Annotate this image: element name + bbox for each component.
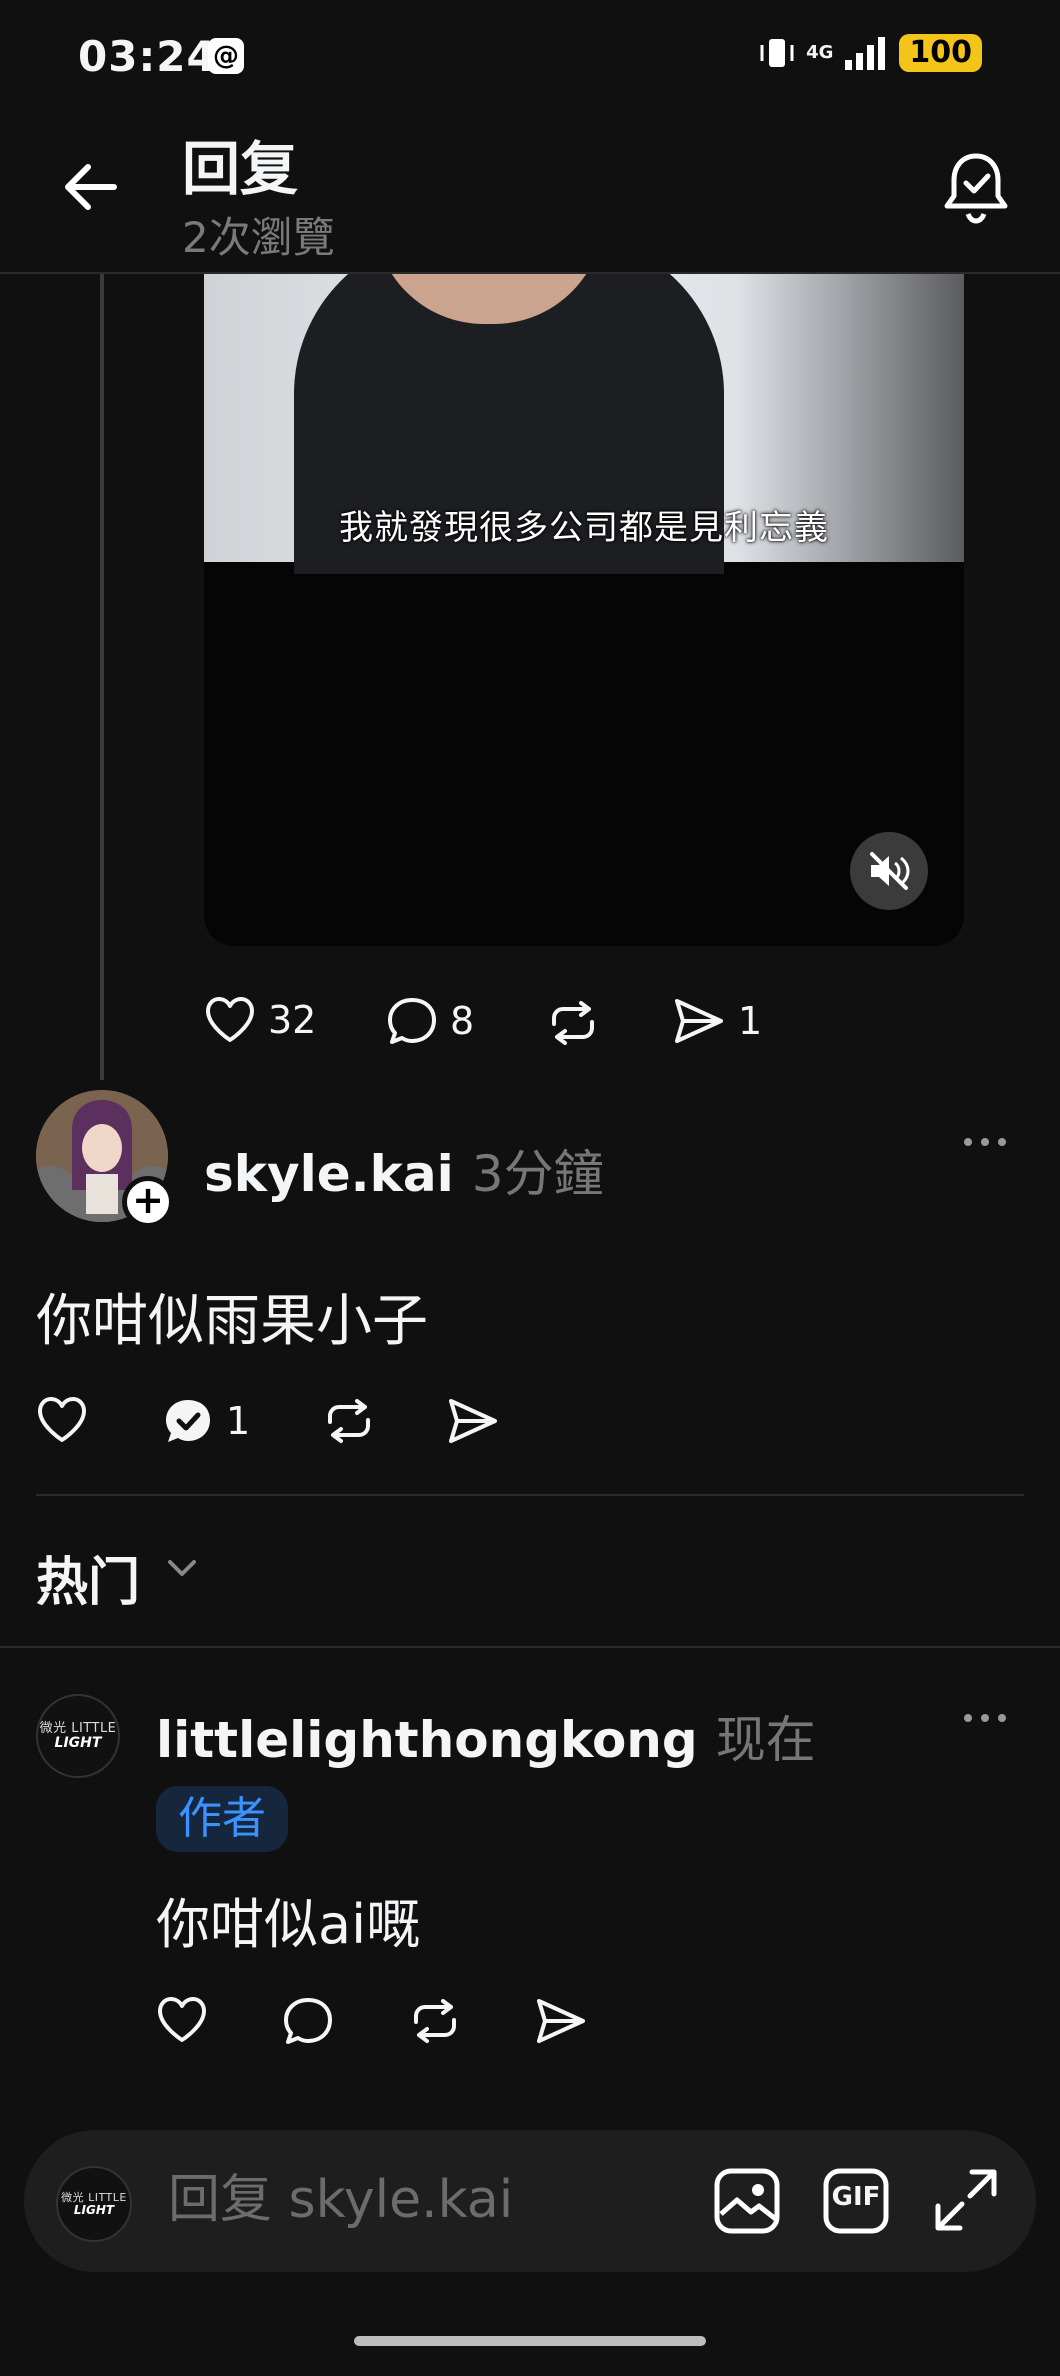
threads-app-icon: @ [208, 38, 244, 74]
thread-line [100, 274, 104, 1080]
author-avatar[interactable]: 微光 LITTLE LIGHT [36, 1694, 120, 1778]
send-icon [672, 996, 726, 1046]
logo-big-text: LIGHT [73, 2202, 115, 2217]
bell-check-icon [942, 150, 1010, 226]
reply-meta: littlelighthongkong 现在 [156, 1700, 816, 1772]
chevron-down-icon[interactable] [164, 1556, 200, 1580]
reply-count: 1 [226, 1399, 251, 1443]
send-icon [446, 1396, 500, 1446]
author-badge: 作者 [156, 1786, 288, 1852]
heart-icon [36, 1396, 88, 1444]
chat-bubble-icon [282, 1996, 334, 2046]
more-horizontal-icon [962, 1136, 1008, 1148]
comment-username[interactable]: skyle.kai [204, 1145, 454, 1203]
reply-input[interactable] [168, 2160, 688, 2240]
repost-icon [408, 1998, 462, 2044]
reply-repost-button[interactable] [408, 1998, 462, 2044]
reply-comment-button[interactable] [282, 1996, 334, 2046]
signal-icon [843, 36, 889, 70]
send-icon [534, 1996, 588, 2046]
repost-icon [322, 1398, 376, 1444]
reply-time: 现在 [715, 1711, 816, 1769]
image-icon [712, 2166, 782, 2236]
chat-bubble-icon [386, 996, 438, 1046]
video-caption: 我就發現很多公司都是見利忘義 [339, 508, 829, 548]
share-count: 1 [738, 999, 763, 1043]
follow-plus-button[interactable]: + [122, 1176, 174, 1228]
page-title: 回复 [182, 135, 299, 203]
status-icons: 4G 100 [758, 34, 982, 72]
comment-divider [36, 1494, 1024, 1496]
comment-like-button[interactable] [36, 1396, 88, 1444]
post-like-button[interactable]: 32 [204, 996, 316, 1044]
notify-button[interactable] [942, 150, 1010, 226]
gif-label: GIF [831, 2182, 881, 2212]
post-comment-button[interactable]: 8 [386, 996, 474, 1046]
logo-big-text: LIGHT [54, 1734, 102, 1751]
more-horizontal-icon [962, 1712, 1008, 1724]
video-frame: 我就發現很多公司都是見利忘義 [204, 274, 964, 574]
sort-divider [0, 1646, 1060, 1648]
comment-share-button[interactable] [446, 1396, 500, 1446]
gif-button[interactable]: GIF [822, 2166, 890, 2236]
composer-avatar: 微光 LITTLE LIGHT [56, 2166, 132, 2242]
comment-meta: skyle.kai 3分鐘 [204, 1134, 604, 1206]
comment-repost-button[interactable] [322, 1398, 376, 1444]
reply-username[interactable]: littlelighthongkong [156, 1711, 698, 1769]
speaker-muted-icon [867, 851, 911, 891]
expand-button[interactable] [932, 2166, 1000, 2234]
reply-like-button[interactable] [156, 1996, 208, 2044]
heart-icon [156, 1996, 208, 2044]
comment-text: 你咁似雨果小子 [36, 1289, 428, 1354]
like-count: 32 [268, 998, 317, 1042]
vibrate-icon [758, 36, 796, 70]
comment-reply-button[interactable]: 1 [162, 1396, 250, 1446]
logo-small-text: 微光 LITTLE [39, 1720, 117, 1736]
logo-small-text: 微光 LITTLE [61, 2190, 127, 2204]
network-type: 4G [806, 42, 834, 63]
image-button[interactable] [712, 2166, 782, 2236]
battery-level: 100 [899, 34, 982, 72]
chat-bubble-check-icon [162, 1396, 214, 1446]
reply-text: 你咁似ai嘅 [156, 1893, 421, 1956]
mute-button[interactable] [850, 832, 928, 910]
home-indicator[interactable] [354, 2336, 706, 2346]
heart-icon [204, 996, 256, 1044]
view-count: 2次瀏覽 [182, 213, 335, 262]
reply-share-button[interactable] [534, 1996, 588, 2046]
arrow-left-icon [60, 162, 120, 212]
post-repost-button[interactable] [546, 1000, 600, 1046]
expand-icon [932, 2166, 1000, 2234]
sort-label[interactable]: 热门 [36, 1540, 140, 1615]
back-button[interactable] [60, 162, 120, 212]
post-share-button[interactable]: 1 [672, 996, 762, 1046]
comment-time: 3分鐘 [471, 1145, 604, 1203]
video-player[interactable]: 我就發現很多公司都是見利忘義 [204, 274, 964, 946]
comment-more-button[interactable] [962, 1136, 1008, 1148]
reply-more-button[interactable] [962, 1712, 1008, 1724]
comment-count: 8 [450, 999, 475, 1043]
status-time: 03:24 [78, 32, 217, 81]
repost-icon [546, 1000, 600, 1046]
